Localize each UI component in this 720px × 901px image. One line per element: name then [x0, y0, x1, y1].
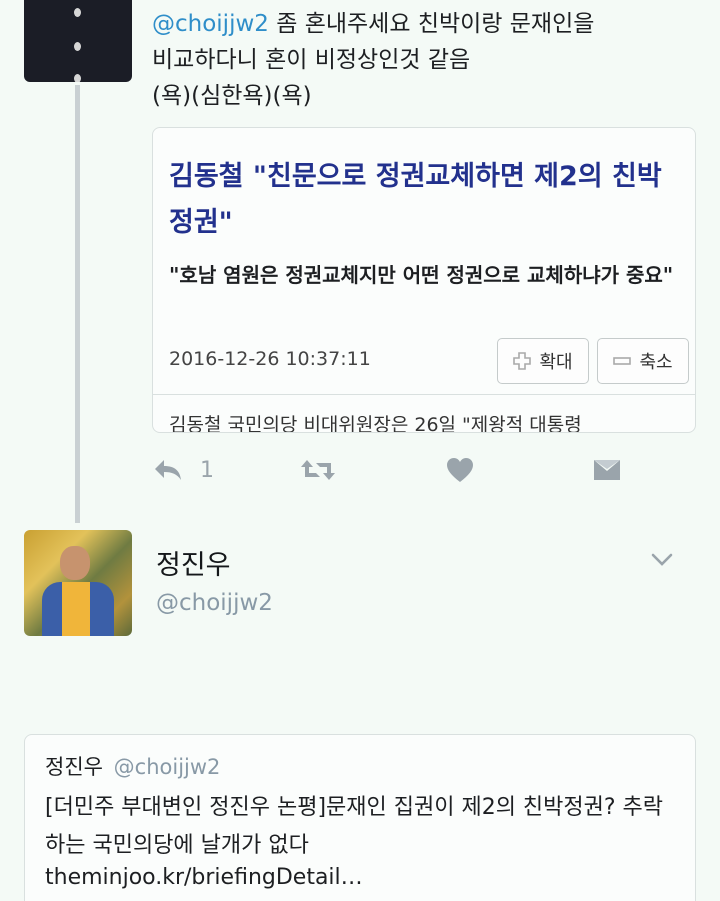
- tweet-actions: 1: [0, 450, 720, 490]
- tweet-text-line: (욕)(심한욕)(욕): [152, 83, 312, 109]
- avatar[interactable]: [24, 0, 132, 82]
- zoom-in-label: 확대: [539, 352, 573, 373]
- profile-name[interactable]: 정진우: [156, 543, 231, 582]
- plus-icon: [513, 352, 532, 370]
- chevron-down-icon[interactable]: [650, 548, 674, 572]
- reply-button[interactable]: 1: [152, 450, 214, 490]
- minus-icon: [613, 357, 632, 365]
- retweet-button[interactable]: [300, 450, 336, 490]
- zoom-out-label: 축소: [639, 352, 673, 373]
- card-date: 2016-12-26 10:37:11: [169, 348, 371, 370]
- like-button[interactable]: [446, 450, 474, 490]
- link-preview-card[interactable]: 김동철 "친문으로 정권교체하면 제2의 친박정권" "호남 염원은 정권교체지…: [152, 127, 696, 433]
- tweet-text-line: 좀 혼내주세요 친박이랑 문재인을: [268, 11, 595, 37]
- like-icon: [447, 458, 473, 482]
- profile-handle[interactable]: @choijjw2: [156, 590, 273, 616]
- quoted-tweet-link[interactable]: theminjoo.kr/briefingDetail…: [45, 865, 363, 890]
- direct-message-button[interactable]: [592, 450, 622, 490]
- tweet-text: @choijjw2 좀 혼내주세요 친박이랑 문재인을 비교하다니 혼이 비정상…: [152, 6, 712, 114]
- zoom-in-button[interactable]: 확대: [497, 338, 589, 384]
- message-icon: [594, 460, 620, 480]
- profile-avatar[interactable]: [24, 530, 132, 636]
- zoom-out-button[interactable]: 축소: [597, 338, 689, 384]
- card-divider: [153, 394, 695, 395]
- card-preview-text: 김동철 국민의당 비대위원장은 26일 "제왕적 대통령: [169, 414, 582, 433]
- reply-count: 1: [200, 457, 214, 483]
- tweet-text-line: 비교하다니 혼이 비정상인것 같음: [152, 47, 471, 73]
- quoted-tweet-card[interactable]: 정진우 @choijjw2 [더민주 부대변인 정진우 논평]문재인 집권이 제…: [24, 734, 696, 901]
- card-subtitle: "호남 염원은 정권교체지만 어떤 정권으로 교체하냐가 중요": [169, 263, 674, 287]
- quoted-tweet-text: [더민주 부대변인 정진우 논평]문재인 집권이 제2의 친박정권? 추락하는 …: [45, 795, 664, 858]
- mention-link[interactable]: @choijjw2: [152, 11, 269, 37]
- quoted-tweet-handle: @choijjw2: [113, 755, 221, 779]
- card-title: 김동철 "친문으로 정권교체하면 제2의 친박정권": [169, 161, 662, 238]
- reply-icon: [155, 460, 181, 480]
- retweet-icon: [301, 460, 335, 480]
- quoted-tweet-name: 정진우: [45, 755, 103, 779]
